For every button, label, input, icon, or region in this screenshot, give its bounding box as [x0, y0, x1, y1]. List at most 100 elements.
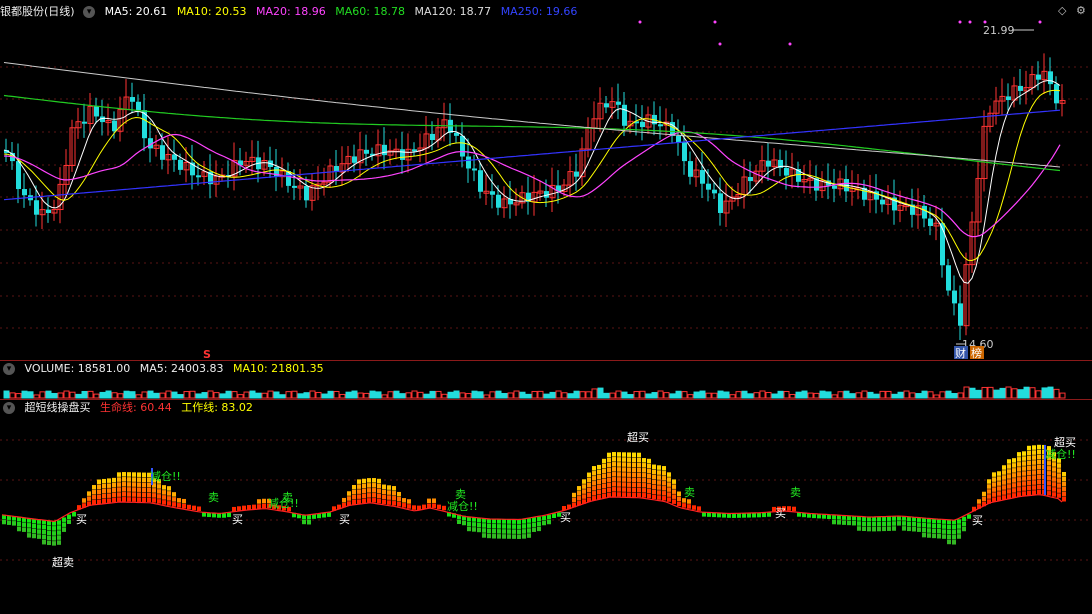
signal-chaomai-2: 超买	[1054, 435, 1076, 449]
osc-bar-down	[497, 519, 501, 524]
indicator-panel[interactable]: ▾ 超短线操盘买 生命线: 60.44 工作线: 83.02 超买 超买 超卖 …	[0, 400, 1092, 614]
osc-bar-up	[107, 493, 111, 498]
candle-down	[712, 189, 717, 194]
diamond-icon[interactable]: ◇	[1058, 4, 1066, 17]
osc-bar-down	[852, 520, 856, 526]
osc-bar-up	[182, 503, 186, 509]
osc-bar-down	[847, 520, 851, 526]
volume-bar	[1017, 389, 1024, 399]
osc-bar-down	[957, 534, 961, 539]
price-panel[interactable]: 银都股份(日线) ▾ MA5: 20.61 MA10: 20.53 MA20: …	[0, 0, 1092, 360]
volume-ma5-label: MA5: 24003.83	[139, 362, 224, 375]
volume-bar	[699, 390, 706, 399]
osc-bar-up	[667, 487, 671, 492]
osc-bar-up	[592, 471, 596, 476]
osc-bar-up	[117, 472, 121, 477]
osc-bar-up	[1052, 467, 1056, 472]
volume-bar	[549, 391, 556, 399]
badge-bang[interactable]: 榜	[971, 346, 982, 360]
osc-bar-up	[1037, 464, 1041, 470]
osc-bar-up	[1032, 445, 1036, 450]
osc-bar-up	[1037, 474, 1041, 480]
volume-bar	[75, 393, 82, 399]
signal-sell-1: 卖	[208, 491, 219, 504]
osc-bar-down	[517, 534, 521, 539]
volume-bar	[855, 392, 862, 399]
osc-bar-up	[372, 488, 376, 493]
indicator-chart[interactable]: 超买 超买 超卖 买 买 买 买 买 买 卖 卖 卖 卖 卖 减仓!! 减仓!!…	[0, 400, 1092, 614]
osc-bar-up	[637, 492, 641, 498]
candle-down	[364, 149, 369, 154]
osc-bar-down	[527, 523, 531, 528]
osc-bar-down	[947, 539, 951, 545]
osc-bar-down	[522, 529, 526, 534]
osc-bar-down	[962, 521, 966, 527]
volume-bar	[831, 394, 838, 399]
osc-bar-down	[937, 533, 941, 539]
osc-bar-up	[647, 478, 651, 484]
osc-bar-up	[612, 472, 616, 477]
osc-bar-down	[67, 519, 71, 524]
osc-bar-up	[152, 493, 156, 498]
gear-icon[interactable]: ⚙	[1076, 4, 1086, 17]
osc-bar-up	[152, 498, 156, 503]
price-chart[interactable]: 21.99 14.60 S 财 榜	[0, 0, 1092, 360]
volume-bar	[717, 390, 724, 399]
osc-bar-up	[992, 472, 996, 477]
osc-bar-up	[377, 478, 381, 484]
volume-bar	[57, 392, 64, 399]
osc-bar-up	[1057, 478, 1061, 483]
signal-buy-3: 买	[339, 513, 350, 526]
osc-bar-up	[627, 457, 631, 462]
osc-bar-down	[227, 512, 231, 518]
candle-down	[430, 133, 435, 141]
volume-bar	[813, 392, 820, 399]
ma20-label: MA20: 18.96	[256, 5, 326, 18]
osc-bar-up	[402, 503, 406, 508]
s-marker[interactable]: S	[203, 348, 211, 360]
osc-bar-up	[632, 492, 636, 498]
candle-down	[1054, 84, 1059, 104]
badge-cai[interactable]: 财	[955, 346, 966, 360]
osc-bar-up	[1062, 492, 1066, 497]
osc-bar-up	[357, 494, 361, 499]
osc-bar-up	[112, 497, 116, 503]
osc-bar-up	[1032, 450, 1036, 455]
volume-bar	[333, 391, 340, 399]
osc-bar-up	[632, 462, 636, 468]
osc-bar-up	[1012, 478, 1016, 483]
chevron-down-icon[interactable]: ▾	[3, 402, 15, 414]
volume-bar	[663, 392, 670, 399]
volume-panel[interactable]: ▾ VOLUME: 18581.00 MA5: 24003.83 MA10: 2…	[0, 361, 1092, 399]
osc-bar-down	[757, 512, 761, 518]
osc-bar-up	[92, 495, 96, 500]
indicator-legend: ▾ 超短线操盘买 生命线: 60.44 工作线: 83.02	[0, 400, 259, 416]
osc-bar-up	[102, 483, 106, 489]
ma10-line	[3, 89, 1061, 262]
osc-bar-up	[142, 477, 146, 483]
osc-bar-up	[602, 463, 606, 469]
chevron-down-icon[interactable]: ▾	[3, 363, 15, 375]
osc-bar-up	[397, 496, 401, 502]
osc-bar-up	[122, 482, 126, 487]
candle-down	[622, 104, 627, 126]
osc-bar-down	[737, 513, 741, 518]
volume-bar	[1035, 390, 1042, 399]
osc-bar-up	[602, 468, 606, 474]
volume-bar	[969, 387, 976, 399]
osc-bar-up	[367, 483, 371, 488]
osc-bar-up	[377, 488, 381, 494]
volume-legend: ▾ VOLUME: 18581.00 MA5: 24003.83 MA10: 2…	[0, 361, 330, 377]
candle-down	[604, 103, 609, 108]
stock-name[interactable]: 银都股份(日线)	[0, 5, 75, 18]
volume-bar	[477, 391, 484, 399]
osc-bar-up	[662, 496, 666, 501]
volume-bar	[285, 391, 292, 399]
osc-bar-down	[842, 520, 846, 525]
osc-bar-up	[1057, 488, 1061, 493]
osc-bar-down	[472, 522, 476, 527]
osc-bar-down	[887, 516, 891, 521]
indicator-name[interactable]: 超短线操盘买	[25, 401, 91, 414]
chevron-down-icon[interactable]: ▾	[83, 6, 96, 18]
osc-bar-down	[952, 530, 956, 535]
